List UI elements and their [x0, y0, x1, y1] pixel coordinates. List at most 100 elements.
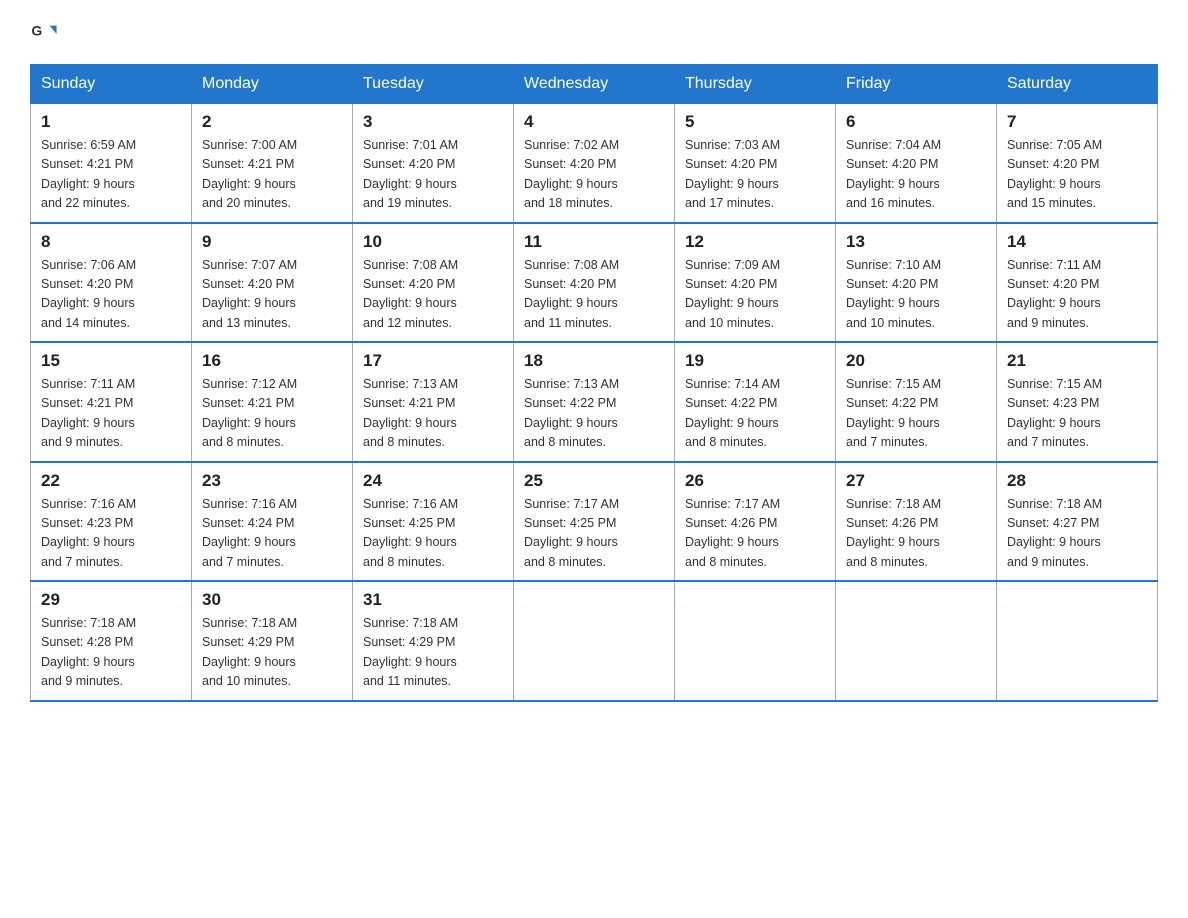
day-info: Sunrise: 7:06 AMSunset: 4:20 PMDaylight:…: [41, 258, 136, 330]
logo: G: [30, 20, 62, 48]
calendar-cell: [675, 581, 836, 701]
calendar-cell: 2 Sunrise: 7:00 AMSunset: 4:21 PMDayligh…: [192, 104, 353, 223]
calendar-cell: [514, 581, 675, 701]
day-number: 17: [363, 351, 503, 371]
weekday-header-saturday: Saturday: [997, 65, 1158, 104]
day-info: Sunrise: 7:16 AMSunset: 4:24 PMDaylight:…: [202, 497, 297, 569]
calendar-cell: 8 Sunrise: 7:06 AMSunset: 4:20 PMDayligh…: [31, 223, 192, 343]
calendar-cell: 12 Sunrise: 7:09 AMSunset: 4:20 PMDaylig…: [675, 223, 836, 343]
calendar-cell: 16 Sunrise: 7:12 AMSunset: 4:21 PMDaylig…: [192, 342, 353, 462]
day-info: Sunrise: 7:08 AMSunset: 4:20 PMDaylight:…: [363, 258, 458, 330]
day-info: Sunrise: 7:07 AMSunset: 4:20 PMDaylight:…: [202, 258, 297, 330]
page-header: G: [30, 20, 1158, 48]
day-info: Sunrise: 7:18 AMSunset: 4:27 PMDaylight:…: [1007, 497, 1102, 569]
day-number: 26: [685, 471, 825, 491]
day-number: 15: [41, 351, 181, 371]
day-number: 27: [846, 471, 986, 491]
calendar-cell: 22 Sunrise: 7:16 AMSunset: 4:23 PMDaylig…: [31, 462, 192, 582]
day-info: Sunrise: 7:00 AMSunset: 4:21 PMDaylight:…: [202, 138, 297, 210]
calendar-cell: 27 Sunrise: 7:18 AMSunset: 4:26 PMDaylig…: [836, 462, 997, 582]
day-number: 11: [524, 232, 664, 252]
day-info: Sunrise: 7:04 AMSunset: 4:20 PMDaylight:…: [846, 138, 941, 210]
calendar-cell: [836, 581, 997, 701]
day-info: Sunrise: 7:15 AMSunset: 4:22 PMDaylight:…: [846, 377, 941, 449]
day-number: 23: [202, 471, 342, 491]
week-row-5: 29 Sunrise: 7:18 AMSunset: 4:28 PMDaylig…: [31, 581, 1158, 701]
weekday-header-sunday: Sunday: [31, 65, 192, 104]
day-info: Sunrise: 7:12 AMSunset: 4:21 PMDaylight:…: [202, 377, 297, 449]
calendar-cell: 13 Sunrise: 7:10 AMSunset: 4:20 PMDaylig…: [836, 223, 997, 343]
weekday-header-thursday: Thursday: [675, 65, 836, 104]
day-number: 18: [524, 351, 664, 371]
weekday-header-friday: Friday: [836, 65, 997, 104]
day-info: Sunrise: 7:09 AMSunset: 4:20 PMDaylight:…: [685, 258, 780, 330]
day-info: Sunrise: 7:17 AMSunset: 4:25 PMDaylight:…: [524, 497, 619, 569]
week-row-2: 8 Sunrise: 7:06 AMSunset: 4:20 PMDayligh…: [31, 223, 1158, 343]
logo-icon: G: [30, 20, 58, 48]
day-number: 6: [846, 112, 986, 132]
weekday-header-row: SundayMondayTuesdayWednesdayThursdayFrid…: [31, 65, 1158, 104]
calendar-cell: 14 Sunrise: 7:11 AMSunset: 4:20 PMDaylig…: [997, 223, 1158, 343]
calendar-cell: 6 Sunrise: 7:04 AMSunset: 4:20 PMDayligh…: [836, 104, 997, 223]
calendar-cell: 15 Sunrise: 7:11 AMSunset: 4:21 PMDaylig…: [31, 342, 192, 462]
day-number: 2: [202, 112, 342, 132]
calendar-cell: 18 Sunrise: 7:13 AMSunset: 4:22 PMDaylig…: [514, 342, 675, 462]
calendar-cell: 21 Sunrise: 7:15 AMSunset: 4:23 PMDaylig…: [997, 342, 1158, 462]
calendar-cell: 11 Sunrise: 7:08 AMSunset: 4:20 PMDaylig…: [514, 223, 675, 343]
day-info: Sunrise: 7:13 AMSunset: 4:21 PMDaylight:…: [363, 377, 458, 449]
calendar-cell: 28 Sunrise: 7:18 AMSunset: 4:27 PMDaylig…: [997, 462, 1158, 582]
day-number: 5: [685, 112, 825, 132]
weekday-header-wednesday: Wednesday: [514, 65, 675, 104]
day-info: Sunrise: 7:10 AMSunset: 4:20 PMDaylight:…: [846, 258, 941, 330]
day-number: 4: [524, 112, 664, 132]
day-number: 9: [202, 232, 342, 252]
day-info: Sunrise: 7:18 AMSunset: 4:26 PMDaylight:…: [846, 497, 941, 569]
calendar-cell: 26 Sunrise: 7:17 AMSunset: 4:26 PMDaylig…: [675, 462, 836, 582]
day-number: 22: [41, 471, 181, 491]
calendar-cell: 25 Sunrise: 7:17 AMSunset: 4:25 PMDaylig…: [514, 462, 675, 582]
week-row-1: 1 Sunrise: 6:59 AMSunset: 4:21 PMDayligh…: [31, 104, 1158, 223]
day-number: 25: [524, 471, 664, 491]
day-info: Sunrise: 7:01 AMSunset: 4:20 PMDaylight:…: [363, 138, 458, 210]
svg-text:G: G: [31, 22, 42, 38]
day-info: Sunrise: 7:15 AMSunset: 4:23 PMDaylight:…: [1007, 377, 1102, 449]
day-number: 13: [846, 232, 986, 252]
day-number: 3: [363, 112, 503, 132]
day-info: Sunrise: 7:13 AMSunset: 4:22 PMDaylight:…: [524, 377, 619, 449]
day-info: Sunrise: 7:11 AMSunset: 4:20 PMDaylight:…: [1007, 258, 1101, 330]
day-number: 28: [1007, 471, 1147, 491]
calendar-cell: 9 Sunrise: 7:07 AMSunset: 4:20 PMDayligh…: [192, 223, 353, 343]
day-number: 1: [41, 112, 181, 132]
day-info: Sunrise: 7:16 AMSunset: 4:25 PMDaylight:…: [363, 497, 458, 569]
calendar-cell: 4 Sunrise: 7:02 AMSunset: 4:20 PMDayligh…: [514, 104, 675, 223]
calendar-cell: 31 Sunrise: 7:18 AMSunset: 4:29 PMDaylig…: [353, 581, 514, 701]
day-number: 10: [363, 232, 503, 252]
calendar-cell: [997, 581, 1158, 701]
day-number: 8: [41, 232, 181, 252]
calendar-cell: 30 Sunrise: 7:18 AMSunset: 4:29 PMDaylig…: [192, 581, 353, 701]
weekday-header-monday: Monday: [192, 65, 353, 104]
day-info: Sunrise: 7:18 AMSunset: 4:29 PMDaylight:…: [202, 616, 297, 688]
week-row-3: 15 Sunrise: 7:11 AMSunset: 4:21 PMDaylig…: [31, 342, 1158, 462]
day-number: 31: [363, 590, 503, 610]
day-number: 24: [363, 471, 503, 491]
day-info: Sunrise: 7:14 AMSunset: 4:22 PMDaylight:…: [685, 377, 780, 449]
day-info: Sunrise: 6:59 AMSunset: 4:21 PMDaylight:…: [41, 138, 136, 210]
calendar-cell: 10 Sunrise: 7:08 AMSunset: 4:20 PMDaylig…: [353, 223, 514, 343]
calendar-cell: 29 Sunrise: 7:18 AMSunset: 4:28 PMDaylig…: [31, 581, 192, 701]
day-info: Sunrise: 7:16 AMSunset: 4:23 PMDaylight:…: [41, 497, 136, 569]
calendar-table: SundayMondayTuesdayWednesdayThursdayFrid…: [30, 64, 1158, 702]
day-number: 29: [41, 590, 181, 610]
calendar-cell: 20 Sunrise: 7:15 AMSunset: 4:22 PMDaylig…: [836, 342, 997, 462]
day-info: Sunrise: 7:18 AMSunset: 4:29 PMDaylight:…: [363, 616, 458, 688]
day-number: 16: [202, 351, 342, 371]
day-number: 7: [1007, 112, 1147, 132]
day-number: 21: [1007, 351, 1147, 371]
week-row-4: 22 Sunrise: 7:16 AMSunset: 4:23 PMDaylig…: [31, 462, 1158, 582]
day-number: 19: [685, 351, 825, 371]
day-number: 30: [202, 590, 342, 610]
day-info: Sunrise: 7:05 AMSunset: 4:20 PMDaylight:…: [1007, 138, 1102, 210]
calendar-cell: 5 Sunrise: 7:03 AMSunset: 4:20 PMDayligh…: [675, 104, 836, 223]
day-info: Sunrise: 7:08 AMSunset: 4:20 PMDaylight:…: [524, 258, 619, 330]
weekday-header-tuesday: Tuesday: [353, 65, 514, 104]
